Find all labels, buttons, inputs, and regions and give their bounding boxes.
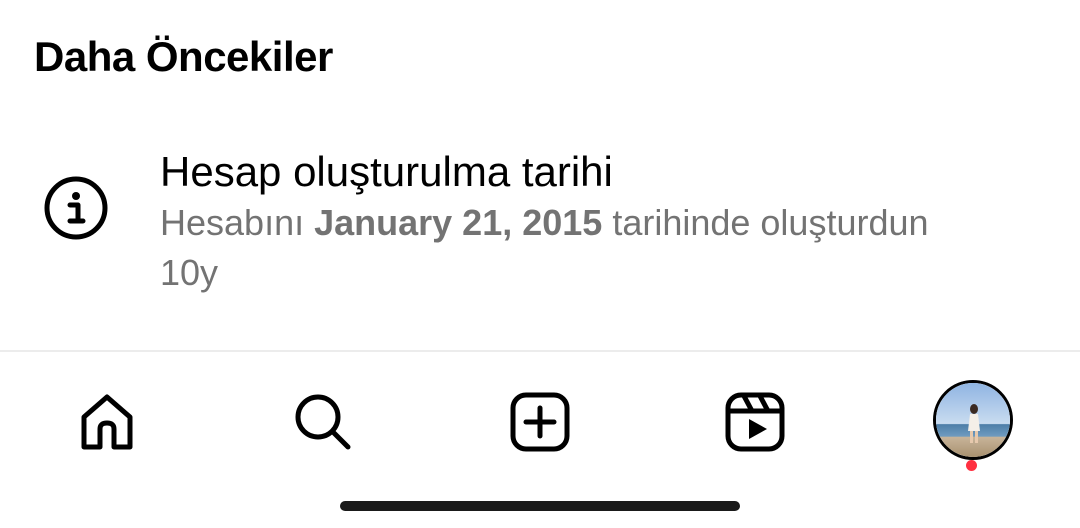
- activity-timestamp: 10y: [160, 252, 219, 293]
- nav-profile-button[interactable]: [930, 377, 1016, 463]
- nav-create-button[interactable]: [500, 382, 580, 462]
- description-suffix: tarihinde oluşturdun: [602, 202, 929, 243]
- home-icon: [81, 394, 133, 450]
- nav-home-button[interactable]: [67, 382, 147, 462]
- description-prefix: Hesabını: [160, 202, 315, 243]
- activity-screen: Daha Öncekiler Hesap oluşturulma tarihi …: [0, 0, 1080, 528]
- nav-reels-button[interactable]: [715, 382, 795, 462]
- section-title: Daha Öncekiler: [34, 33, 333, 80]
- activity-title: Hesap oluşturulma tarihi: [160, 148, 613, 195]
- nav-search-button[interactable]: [283, 382, 363, 462]
- plus-square-icon: [510, 392, 570, 452]
- activity-item-account-created[interactable]: Hesap oluşturulma tarihi Hesabını Januar…: [0, 130, 1080, 310]
- account-creation-date: January 21, 2015: [314, 202, 603, 243]
- info-icon: [43, 175, 109, 241]
- search-icon: [295, 394, 351, 450]
- avatar: [933, 380, 1013, 460]
- reels-icon: [725, 392, 785, 452]
- home-indicator: [340, 501, 740, 511]
- notification-dot: [966, 460, 977, 471]
- activity-description: Hesabını January 21, 2015 tarihinde oluş…: [160, 202, 929, 244]
